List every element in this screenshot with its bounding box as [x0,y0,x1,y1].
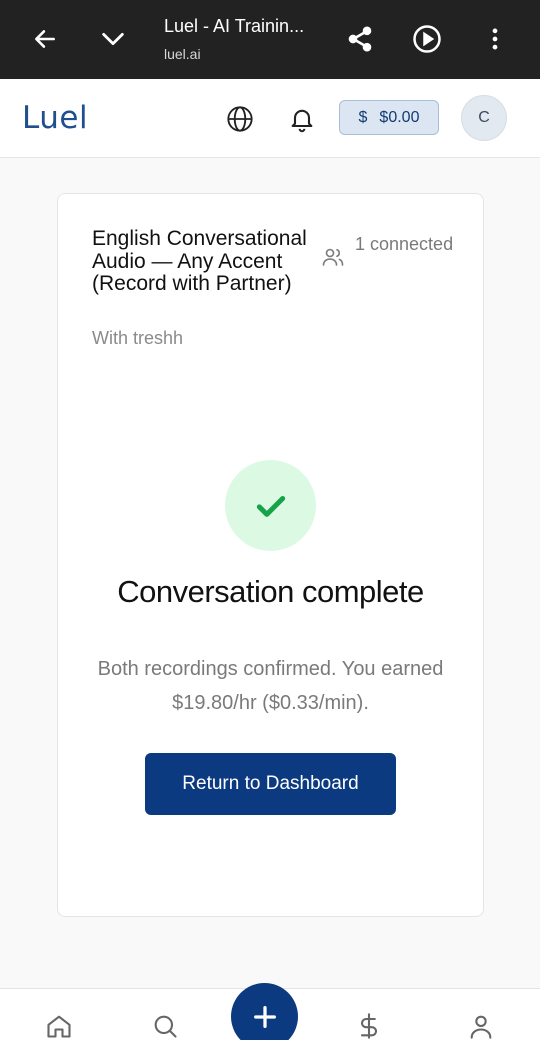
home-icon[interactable] [44,1011,74,1040]
avatar[interactable]: C [461,95,507,141]
chevron-down-icon[interactable] [88,14,138,64]
browser-url[interactable]: luel.ai [164,46,201,62]
balance-badge[interactable]: $ $0.00 [339,100,439,135]
completion-message: Both recordings confirmed. You earned $1… [97,658,444,714]
users-icon [321,245,345,269]
logo-text: Luel [22,100,89,136]
globe-icon[interactable] [220,99,260,139]
conversation-card: English Conversational Audio — Any Accen… [57,193,484,917]
luel-logo[interactable]: Luel [22,100,89,136]
plus-icon [253,1005,276,1028]
share-icon[interactable] [335,14,385,64]
back-arrow-icon[interactable] [20,14,70,64]
dollar-sign-icon: $ [358,108,368,126]
task-title: English Conversational Audio — Any Accen… [92,227,307,295]
search-icon[interactable] [150,1011,180,1040]
bell-icon[interactable] [282,99,322,139]
connected-status: 1 connected [355,234,454,254]
more-vertical-icon[interactable] [470,14,520,64]
app-header: Luel $ $0.00 [0,79,540,158]
play-icon[interactable] [402,14,452,64]
browser-page-title[interactable]: Luel - AI Trainin... [164,16,304,37]
completion-heading: Conversation complete [117,574,424,609]
success-check-icon [225,460,316,551]
return-to-dashboard-button[interactable]: Return to Dashboard [145,753,396,815]
profile-icon[interactable] [466,1011,496,1040]
browser-toolbar: Luel - AI Trainin... luel.ai [0,0,540,79]
dollar-icon[interactable] [354,1011,384,1040]
task-partner: With treshh [92,328,184,348]
balance-amount: $0.00 [379,108,420,126]
